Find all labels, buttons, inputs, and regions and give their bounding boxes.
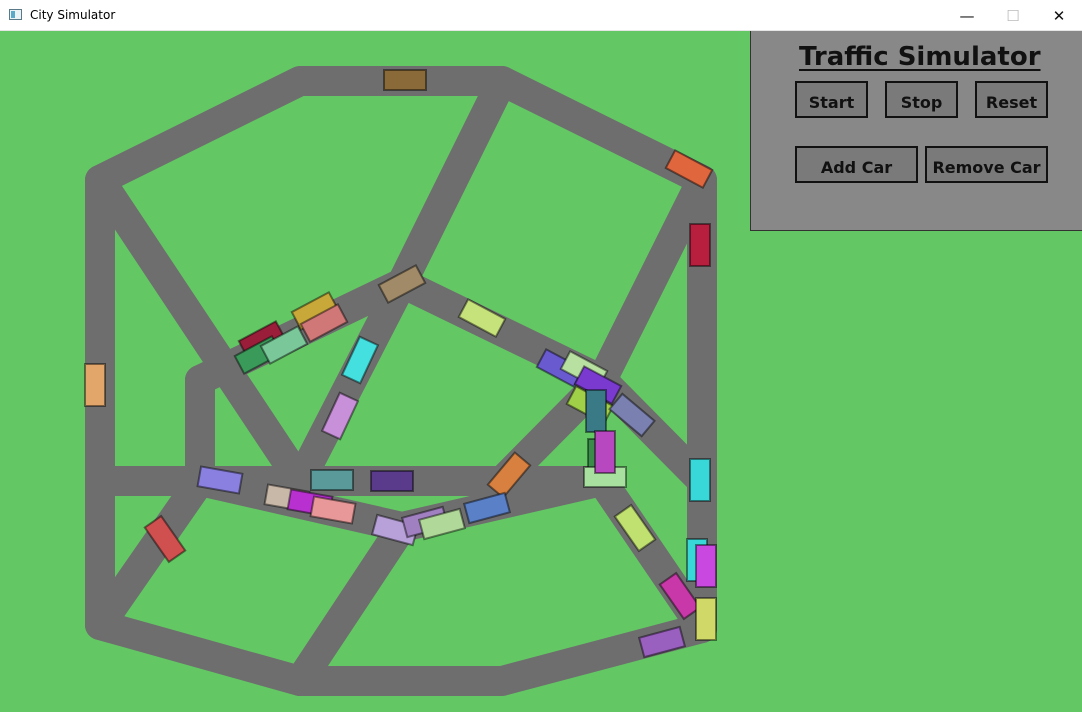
panel-title: Traffic Simulator [799, 42, 1041, 72]
car [689, 458, 711, 502]
maximize-button[interactable]: ☐ [990, 0, 1036, 31]
car [585, 389, 607, 433]
reset-button[interactable]: Reset [975, 81, 1048, 118]
add-car-button[interactable]: Add Car [795, 146, 918, 183]
remove-car-button[interactable]: Remove Car [925, 146, 1048, 183]
car [695, 597, 717, 641]
window-title: City Simulator [30, 8, 116, 22]
car [370, 470, 414, 492]
app-icon [9, 9, 22, 20]
car [383, 69, 427, 91]
close-button[interactable]: ✕ [1036, 0, 1082, 31]
car [594, 430, 616, 474]
stop-button[interactable]: Stop [885, 81, 958, 118]
car [695, 544, 717, 588]
simulation-canvas[interactable]: Traffic Simulator Start Stop Reset Add C… [0, 31, 1082, 712]
road [387, 66, 517, 298]
window-titlebar: City Simulator — ☐ ✕ [0, 0, 1082, 31]
control-panel: Traffic Simulator Start Stop Reset Add C… [750, 31, 1082, 231]
car [689, 223, 711, 267]
car [310, 469, 354, 491]
car [84, 363, 106, 407]
road [285, 512, 417, 696]
start-button[interactable]: Start [795, 81, 868, 118]
minimize-button[interactable]: — [944, 0, 990, 31]
